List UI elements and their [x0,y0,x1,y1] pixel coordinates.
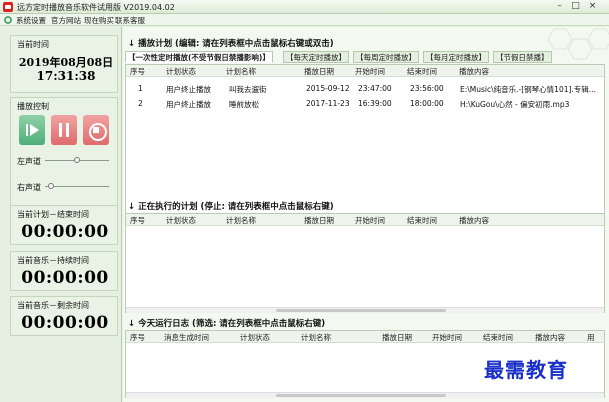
col-status[interactable]: 计划状态 [240,332,270,343]
right-channel-label: 右声道 [17,183,41,192]
log-table-header: 序号 消息生成时间 计划状态 计划名称 播放日期 开始时间 结束时间 播放内容 … [126,331,604,343]
scrollbar-thumb[interactable] [276,394,446,397]
left-channel-label: 左声道 [17,157,41,166]
col-index[interactable]: 序号 [130,66,145,77]
plan-end-box: 当前计划－结束时间 00:00:00 [10,205,118,245]
col-date[interactable]: 播放日期 [304,215,334,226]
row-end: 23:56:00 [410,84,444,93]
log-section-title: ↓ 今天运行日志 (筛选: 请在列表框中点击鼠标右键) [128,319,326,329]
row-end: 18:00:00 [410,99,444,108]
row-name: 叫我去遛街 [229,85,267,94]
row-date: 2015-09-12 [306,84,350,93]
row-status: 用户终止播放 [166,100,211,109]
music-duration-label: 当前音乐－持续时间 [17,256,89,265]
col-index[interactable]: 序号 [130,215,145,226]
running-horizontal-scrollbar[interactable] [126,307,604,313]
row-index: 1 [138,84,143,93]
menu-buy-now[interactable]: 现在购买 [84,15,114,26]
watermark: 最需教育 [484,358,568,382]
col-user[interactable]: 用 [587,332,595,343]
col-name[interactable]: 计划名称 [301,332,331,343]
playback-control-label: 播放控制 [17,102,49,111]
col-status[interactable]: 计划状态 [166,66,196,77]
music-duration-value: 00:00:00 [21,268,109,288]
tab-daily[interactable]: 【每天定时播放】 [283,51,349,63]
row-content: H:\KuGou\心然 - 偏安初雨.mp3 [460,100,570,109]
title-bar: 远方定时播放音乐软件试用版 V2019.04.02 – □ × [0,0,609,14]
current-time: 17:31:38 [36,69,96,83]
row-start: 16:39:00 [358,99,392,108]
row-start: 23:47:00 [358,84,392,93]
col-start[interactable]: 开始时间 [432,332,462,343]
running-table[interactable]: 序号 计划状态 计划名称 播放日期 开始时间 结束时间 播放内容 [125,213,605,313]
col-name[interactable]: 计划名称 [226,66,256,77]
tab-monthly[interactable]: 【每月定时播放】 [423,51,489,63]
menu-bar: 系统设置 官方网站 现在购买 联系客服 [0,14,609,26]
row-date: 2017-11-23 [306,99,350,108]
music-remaining-box: 当前音乐－剩余时间 00:00:00 [10,296,118,336]
tab-holiday-ban[interactable]: 【节假日禁播】 [493,51,552,63]
log-horizontal-scrollbar[interactable] [126,392,604,398]
gear-icon [4,16,12,24]
col-content[interactable]: 播放内容 [535,332,565,343]
col-end[interactable]: 结束时间 [483,332,513,343]
row-status: 用户终止播放 [166,85,211,94]
col-date[interactable]: 播放日期 [382,332,412,343]
music-remaining-label: 当前音乐－剩余时间 [17,301,89,310]
left-channel-slider[interactable] [74,157,80,163]
right-channel-track [45,186,109,187]
plan-end-label: 当前计划－结束时间 [17,210,89,219]
close-button[interactable]: × [586,1,599,12]
current-date: 2019年08月08日 [18,56,114,69]
col-start[interactable]: 开始时间 [355,66,385,77]
menu-contact-support[interactable]: 联系客服 [115,15,145,26]
col-end[interactable]: 结束时间 [407,215,437,226]
col-content[interactable]: 播放内容 [459,66,489,77]
plan-table-header: 序号 计划状态 计划名称 播放日期 开始时间 结束时间 播放内容 [126,65,604,77]
scrollbar-thumb[interactable] [276,309,446,312]
left-panel: 当前时间 2019年08月08日 17:31:38 播放控制 左声道 右声道 当… [0,27,122,402]
row-name: 睡前放松 [229,100,259,109]
col-date[interactable]: 播放日期 [304,66,334,77]
minimize-button[interactable]: – [553,1,566,12]
col-message-time[interactable]: 消息生成时间 [164,332,209,343]
running-table-header: 序号 计划状态 计划名称 播放日期 开始时间 结束时间 播放内容 [126,214,604,226]
app-icon [3,2,13,12]
maximize-button[interactable]: □ [569,1,582,12]
stop-button[interactable] [83,115,109,145]
menu-system-settings[interactable]: 系统设置 [16,15,46,26]
plan-section-title: ↓ 播放计划 (编辑: 请在列表框中点击鼠标右键或双击) [128,39,334,49]
col-index[interactable]: 序号 [130,332,145,343]
col-name[interactable]: 计划名称 [226,215,256,226]
col-status[interactable]: 计划状态 [166,215,196,226]
col-content[interactable]: 播放内容 [459,215,489,226]
current-time-label: 当前时间 [17,40,49,49]
tab-one-time[interactable]: 【一次性定时播放(不受节假日禁播影响)】 [125,51,273,63]
plan-table[interactable]: 序号 计划状态 计划名称 播放日期 开始时间 结束时间 播放内容 1 用户终止播… [125,64,605,221]
right-channel-slider[interactable] [48,183,55,189]
col-start[interactable]: 开始时间 [355,215,385,226]
window-title: 远方定时播放音乐软件试用版 V2019.04.02 [17,3,175,12]
pause-button[interactable] [51,115,77,145]
right-panel: ↓ 播放计划 (编辑: 请在列表框中点击鼠标右键或双击) 【一次性定时播放(不受… [123,27,609,402]
menu-official-site[interactable]: 官方网站 [51,15,81,26]
running-section-title: ↓ 正在执行的计划 (停止: 请在列表框中点击鼠标右键) [128,202,334,212]
plan-end-value: 00:00:00 [21,222,109,242]
play-button[interactable] [19,115,45,145]
current-time-box: 当前时间 2019年08月08日 17:31:38 [10,35,118,93]
row-content: E:\Music\纯音乐.-[钢琴心情101].专辑... [460,85,596,94]
row-index: 2 [138,99,143,108]
music-remaining-value: 00:00:00 [21,313,109,333]
music-duration-box: 当前音乐－持续时间 00:00:00 [10,251,118,291]
tab-weekly[interactable]: 【每周定时播放】 [353,51,419,63]
col-end[interactable]: 结束时间 [407,66,437,77]
